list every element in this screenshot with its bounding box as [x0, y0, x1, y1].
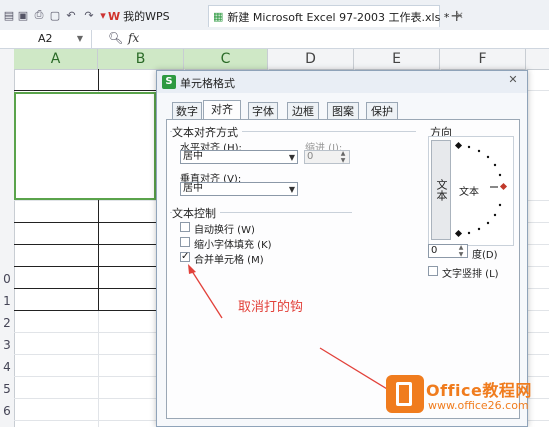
arrow-line	[189, 267, 223, 319]
arrow-head	[188, 264, 196, 274]
annotation-arrows	[188, 264, 396, 395]
watermark-url: www.office26.com	[428, 399, 529, 412]
arrow-line	[319, 347, 393, 393]
watermark-name: Office教程网	[426, 381, 532, 400]
annotation-text: 取消打的钩	[238, 300, 304, 315]
office-logo-door-icon	[396, 382, 412, 406]
